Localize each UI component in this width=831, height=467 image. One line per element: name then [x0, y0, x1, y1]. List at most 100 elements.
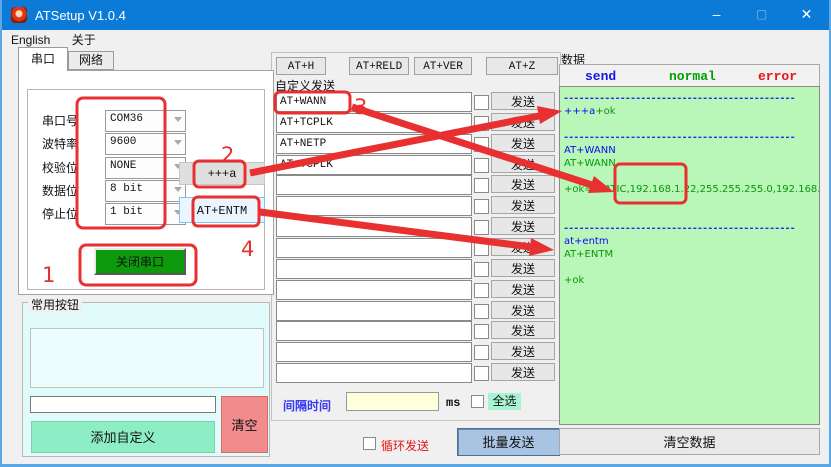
- plus-plus-plus-a-button[interactable]: +++a: [179, 162, 265, 185]
- send-button[interactable]: 发送: [491, 113, 555, 131]
- serial-field-select[interactable]: COM36: [105, 110, 186, 132]
- maximize-button: ▢: [739, 0, 784, 30]
- terminal-line: +ok=STATIC,192.168.1.22,255.255.255.0,19…: [564, 183, 819, 196]
- custom-command-input[interactable]: [276, 113, 472, 133]
- quick-button-atver[interactable]: AT+VER: [414, 57, 472, 75]
- send-button[interactable]: 发送: [491, 175, 555, 193]
- legend-normal: normal: [669, 69, 716, 84]
- custom-command-input[interactable]: [276, 175, 472, 195]
- serial-field-label: 停止位: [42, 205, 78, 222]
- custom-command-input[interactable]: [276, 321, 472, 341]
- at-entm-button[interactable]: AT+ENTM: [179, 197, 265, 223]
- send-button[interactable]: 发送: [491, 134, 555, 152]
- custom-row-checkbox[interactable]: [474, 283, 489, 298]
- custom-command-input[interactable]: [276, 134, 472, 154]
- send-button[interactable]: 发送: [491, 342, 555, 360]
- terminal-line: AT+ENTM: [564, 248, 819, 261]
- add-custom-button[interactable]: 添加自定义: [31, 421, 215, 453]
- legend-error: error: [758, 69, 797, 84]
- terminal-line: ----------------------------------------…: [564, 222, 819, 235]
- loop-send-label: 循环发送: [381, 437, 429, 454]
- custom-row-checkbox[interactable]: [474, 137, 489, 152]
- custom-command-input[interactable]: [276, 196, 472, 216]
- terminal-line: ----------------------------------------…: [564, 131, 819, 144]
- custom-command-input[interactable]: [276, 217, 472, 237]
- custom-row-checkbox[interactable]: [474, 95, 489, 110]
- custom-command-input[interactable]: [276, 342, 472, 362]
- custom-row-checkbox[interactable]: [474, 262, 489, 277]
- custom-row-checkbox[interactable]: [474, 304, 489, 319]
- custom-command-input[interactable]: [276, 92, 472, 112]
- serial-field-select[interactable]: 9600: [105, 133, 186, 155]
- terminal-line: AT+WANN: [564, 144, 819, 157]
- select-all-checkbox[interactable]: [471, 395, 484, 408]
- custom-command-input[interactable]: [276, 259, 472, 279]
- terminal-line: +++a+ok: [564, 105, 819, 118]
- interval-time-label: 间隔时间: [283, 397, 331, 414]
- tab-network[interactable]: 网络: [68, 51, 114, 70]
- serial-field-label: 串口号: [42, 112, 78, 129]
- batch-send-button[interactable]: 批量发送: [457, 428, 560, 456]
- legend-send: send: [585, 69, 616, 84]
- custom-row-checkbox[interactable]: [474, 116, 489, 131]
- menu-item-english[interactable]: English: [2, 32, 59, 48]
- new-custom-command-input[interactable]: [30, 396, 216, 413]
- serial-field-select[interactable]: 1 bit: [105, 203, 186, 225]
- serial-field-select[interactable]: 8 bit: [105, 180, 186, 202]
- custom-row-checkbox[interactable]: [474, 199, 489, 214]
- custom-row-checkbox[interactable]: [474, 178, 489, 193]
- serial-field-label: 数据位: [42, 182, 78, 199]
- send-button[interactable]: 发送: [491, 92, 555, 110]
- custom-command-input[interactable]: [276, 301, 472, 321]
- send-button[interactable]: 发送: [491, 280, 555, 298]
- serial-field-select[interactable]: NONE: [105, 157, 186, 179]
- menu-item-about[interactable]: 关于: [63, 30, 105, 49]
- terminal-line: [564, 196, 819, 209]
- terminal-line: AT+WANN: [564, 157, 819, 170]
- serial-field-label: 波特率: [42, 135, 78, 152]
- terminal-line: +ok: [564, 274, 819, 287]
- custom-command-input[interactable]: [276, 363, 472, 383]
- data-terminal[interactable]: ----------------------------------------…: [559, 86, 820, 425]
- loop-send-checkbox[interactable]: [363, 437, 376, 450]
- clear-common-button[interactable]: 清空: [221, 396, 268, 453]
- send-button[interactable]: 发送: [491, 155, 555, 173]
- minimize-button[interactable]: –: [694, 0, 739, 30]
- custom-row-checkbox[interactable]: [474, 345, 489, 360]
- interval-time-input[interactable]: [346, 392, 439, 411]
- terminal-line: [564, 170, 819, 183]
- app-icon: [11, 7, 27, 23]
- tab-serial[interactable]: 串口: [18, 47, 68, 71]
- custom-command-input[interactable]: [276, 238, 472, 258]
- title-bar: ATSetup V1.0.4 – ▢ ✕: [2, 0, 829, 30]
- send-button[interactable]: 发送: [491, 217, 555, 235]
- serial-field-label: 校验位: [42, 159, 78, 176]
- window-controls: – ▢ ✕: [694, 0, 829, 30]
- send-button[interactable]: 发送: [491, 238, 555, 256]
- chevron-down-icon: [174, 117, 182, 122]
- send-button[interactable]: 发送: [491, 196, 555, 214]
- common-buttons-list: [30, 328, 264, 388]
- custom-row-checkbox[interactable]: [474, 241, 489, 256]
- clear-data-button[interactable]: 清空数据: [559, 428, 820, 455]
- chevron-down-icon: [174, 187, 182, 192]
- send-button[interactable]: 发送: [491, 363, 555, 381]
- close-serial-port-button[interactable]: 关闭串口: [94, 248, 186, 275]
- send-button[interactable]: 发送: [491, 301, 555, 319]
- terminal-line: [564, 209, 819, 222]
- custom-row-checkbox[interactable]: [474, 158, 489, 173]
- custom-command-input[interactable]: [276, 280, 472, 300]
- custom-row-checkbox[interactable]: [474, 366, 489, 381]
- menu-bar: English 关于: [2, 30, 829, 47]
- terminal-line: ----------------------------------------…: [564, 92, 819, 105]
- close-button[interactable]: ✕: [784, 0, 829, 30]
- quick-button-atz[interactable]: AT+Z: [486, 57, 558, 75]
- quick-button-atreld[interactable]: AT+RELD: [349, 57, 409, 75]
- send-button[interactable]: 发送: [491, 259, 555, 277]
- custom-row-checkbox[interactable]: [474, 324, 489, 339]
- terminal-line: [564, 261, 819, 274]
- send-button[interactable]: 发送: [491, 321, 555, 339]
- custom-row-checkbox[interactable]: [474, 220, 489, 235]
- quick-button-ath[interactable]: AT+H: [276, 57, 326, 75]
- custom-command-input[interactable]: [276, 155, 472, 175]
